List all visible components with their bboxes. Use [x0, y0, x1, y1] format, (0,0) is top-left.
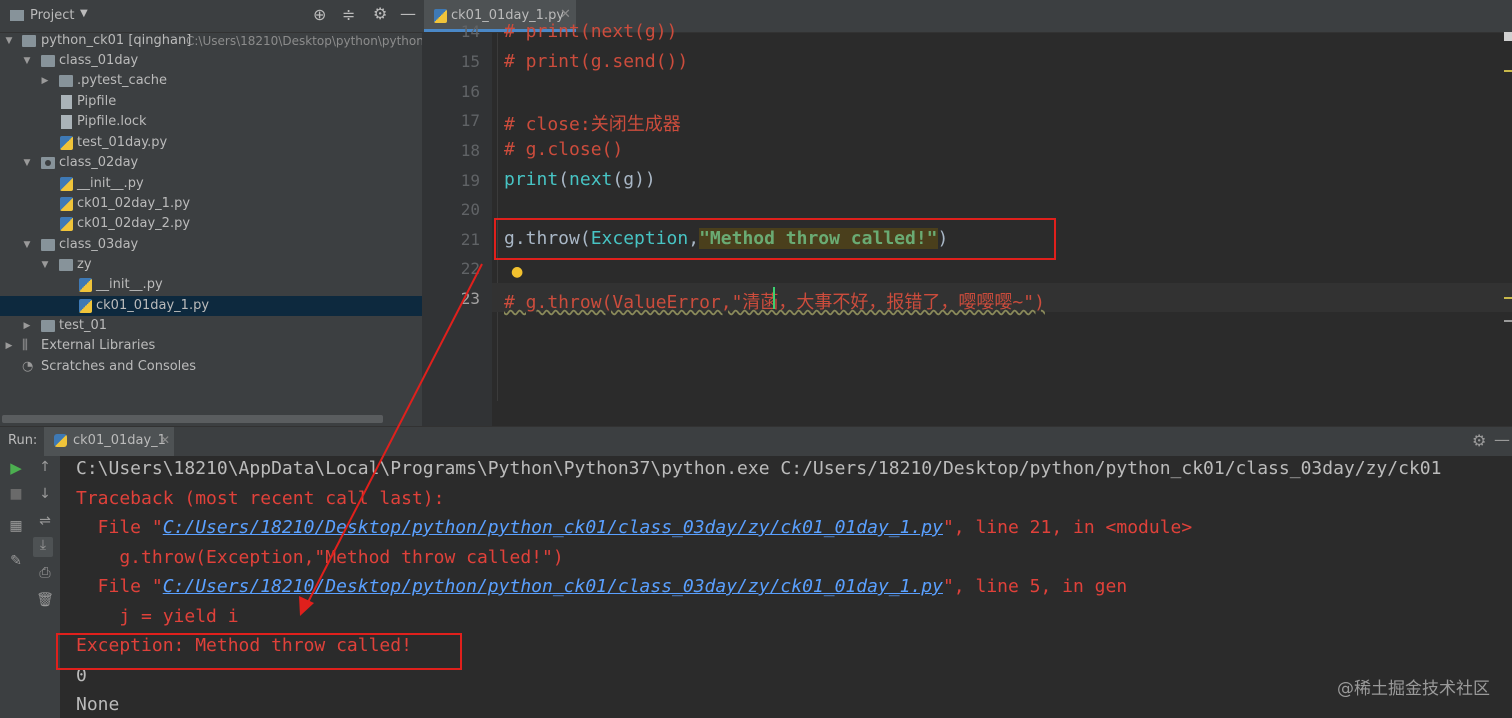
watermark: @稀土掘金技术社区 — [1337, 679, 1490, 699]
annotation-arrow — [299, 263, 483, 616]
